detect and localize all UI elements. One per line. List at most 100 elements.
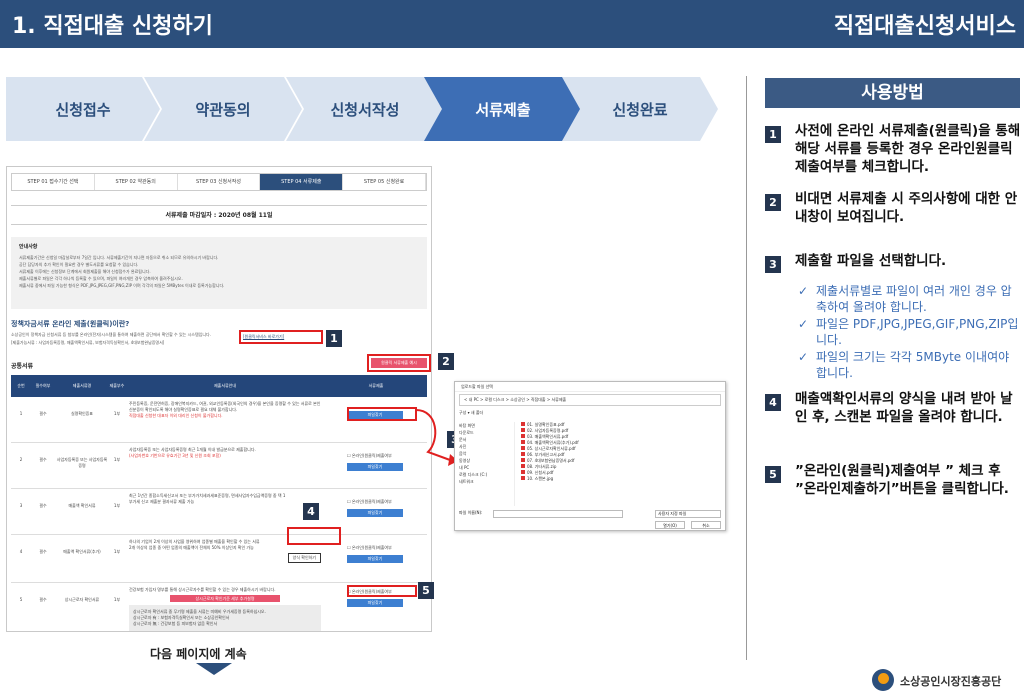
file-name: 05. 상시근로자확인서류.pdf: [527, 446, 576, 451]
page-header: 1. 직접대출 신청하기 직접대출신청서비스: [0, 0, 1024, 48]
worker-info-box: 상시근로자 확인서류 중 무기명 제출을 서류는 미예비 우가세증명 등록하십시…: [129, 605, 321, 631]
highlight-box-1: [239, 330, 323, 344]
pdf-file-icon: [521, 434, 525, 438]
step-progress: 신청접수 약관동의 신청서작성 서류제출 신청완료: [6, 77, 718, 141]
file-rule-item: ✓ 제출서류별로 파일이 여러 개인 경우 압축하여 올려야 합니다.: [798, 283, 1022, 315]
row-no: 5: [19, 597, 23, 602]
mini-tab-3[interactable]: STEP 03 신청서작성: [178, 174, 261, 190]
mini-tab-4[interactable]: STEP 04 서류제출: [260, 174, 344, 190]
usage-text: 비대면 서류제출 시 주의사항에 대한 안내창이 보여집니다.: [795, 191, 1018, 225]
check-icon: ✓: [798, 317, 809, 331]
step-form: 신청서작성: [286, 77, 444, 141]
usage-number: 1: [765, 126, 781, 143]
continue-label: 다음 페이지에 계속: [150, 647, 247, 661]
dialog-path[interactable]: < 내 PC > 로컬 디스크 > 소상공인 > 직접대출 > 서류제출: [459, 394, 721, 406]
mini-tab-2[interactable]: STEP 02 약관동의: [95, 174, 178, 190]
col-doc-name: 제출서류명: [72, 383, 92, 388]
pdf-file-icon: [521, 428, 525, 432]
filename-input[interactable]: [493, 510, 623, 518]
org-logo-icon: [872, 669, 894, 691]
file-rule-list: ✓ 제출서류별로 파일이 여러 개인 경우 압축하여 올려야 합니다. ✓ 파일은 …: [798, 283, 1022, 382]
form-check-button[interactable]: 양식 확인하기: [287, 553, 321, 563]
dialog-nav-item[interactable]: 바탕 화면: [459, 422, 514, 429]
pdf-file-icon: [521, 452, 525, 456]
row-no: 1: [19, 411, 23, 416]
file-rule-text: 파일의 크기는 각각 5MByte 이내여야 합니다.: [816, 350, 1010, 380]
docs-table-header: 순번 필수여부 제출서류명 제출부수 제출서류안내 서류제출: [11, 375, 427, 397]
row-count: 1부: [113, 549, 121, 554]
cancel-button[interactable]: 취소: [691, 521, 721, 529]
row-required: 필수: [39, 549, 47, 554]
filename-label: 파일 이름(N):: [459, 510, 483, 515]
org-logo: 소상공인시장진흥공단: [872, 669, 1020, 693]
open-button[interactable]: 열기(O): [655, 521, 685, 529]
oneclick-checkbox-label: 온라인(원클릭)제출여부: [351, 545, 392, 550]
usage-text: 매출액확인서류의 양식을 내려 받아 날인 후, 스캔본 파일을 올려야 합니다…: [795, 391, 1013, 425]
dialog-nav-item[interactable]: 문서: [459, 436, 514, 443]
callout-badge-2: 2: [438, 353, 454, 370]
dialog-nav-item[interactable]: 내 PC: [459, 464, 514, 471]
mini-tab-1[interactable]: STEP 01 접수기간 선택: [12, 174, 95, 190]
row-guide-warning: 직접대출 신청한 대표자 이외 대리인 신청이 불가합니다.: [129, 413, 223, 418]
mini-step-tabs: STEP 01 접수기간 선택 STEP 02 약관동의 STEP 03 신청서…: [11, 173, 427, 191]
col-guide: 제출서류안내: [213, 383, 237, 388]
row-guide-text: 주민등록증, 운전면허증, 장애인복지카드, 여권, 외교인등록증(외국인의 경…: [129, 401, 321, 412]
divider: [746, 76, 747, 660]
dialog-toolbar[interactable]: 구성 ▾ 새 폴더: [459, 408, 721, 418]
row-guide-text: 2개 이상의 업종 중 어떤 업종의 매출액이 전체의 50% 이상인지 확인 …: [129, 545, 254, 550]
highlight-box-5: [347, 585, 417, 597]
file-find-button[interactable]: 파일찾기: [347, 509, 403, 517]
file-find-button[interactable]: 파일찾기: [347, 463, 403, 471]
file-item[interactable]: 10. 스캔본.jpg: [521, 476, 721, 482]
oneclick-checkbox[interactable]: ☐ 온라인(원클릭)제출여부: [347, 545, 392, 551]
page-title: 1. 직접대출 신청하기: [12, 14, 213, 39]
usage-text: 사전에 온라인 서류제출(원클릭)을 통해 해당 서류를 등록한 경우 온라인원…: [795, 123, 1021, 175]
step-terms: 약관동의: [144, 77, 302, 141]
notice-title: 안내사항: [19, 244, 38, 250]
row-doc-name: 매출액 확인서류(추가): [63, 549, 101, 554]
deadline-text: 서류제출 마감일자 : 2020년 08월 11일: [11, 205, 427, 225]
notice-line: 서류제출기간은 신청일 마감날로부터 7일간 입니다. 서류제출기간이 지나면 …: [19, 255, 219, 260]
col-count: 제출부수: [109, 383, 125, 388]
filetype-select[interactable]: 사용자 지정 파일: [655, 510, 721, 518]
row-count: 1부: [113, 503, 121, 508]
row-guide: 사업자등록증 또는 사업자등록증명 최근 1개월 이내 발급분으로 제출합니다.…: [125, 443, 325, 488]
arrow-to-dialog: [415, 409, 458, 466]
pdf-file-icon: [521, 458, 525, 462]
dialog-nav-item[interactable]: 동영상: [459, 457, 514, 464]
file-name: 04. 매출액확인서류(추가).pdf: [527, 440, 579, 445]
pdf-file-icon: [521, 446, 525, 450]
callout-badge-4: 4: [303, 503, 319, 520]
image-file-icon: [521, 476, 525, 480]
step-apply: 신청접수: [6, 77, 160, 141]
dialog-file-list: 01. 실명확인증표.pdf 02. 사업자등록증명.pdf 03. 매출액확인…: [521, 422, 721, 506]
worker-criteria-button[interactable]: 상시근로자 확인기준 세부 추가설명: [170, 595, 280, 602]
dialog-nav-item[interactable]: 다운로드: [459, 429, 514, 436]
file-name: 01. 실명확인증표.pdf: [527, 422, 565, 427]
file-name: 08. 기타서류.zip: [527, 464, 557, 469]
dialog-nav-item[interactable]: 사진: [459, 443, 514, 450]
file-find-button[interactable]: 파일찾기: [347, 555, 403, 563]
dialog-nav-item[interactable]: 네트워크: [459, 478, 514, 485]
submission-screenshot: STEP 01 접수기간 선택 STEP 02 약관동의 STEP 03 신청서…: [6, 166, 432, 632]
highlight-file-button: [347, 407, 417, 421]
row-guide-warning: (사업자번호 기반으로 유효기간 3년 및 신원 조회 포함): [129, 453, 221, 458]
file-find-button[interactable]: 파일찾기: [347, 599, 403, 607]
pdf-file-icon: [521, 470, 525, 474]
oneclick-checkbox[interactable]: ☐ 온라인(원클릭)제출여부: [347, 453, 392, 459]
dialog-title: 업로드할 파일 선택: [455, 382, 725, 392]
notice-line: 제출서류별로 파일은 각각 하나씩 등록할 수 있으며, 파일이 여러개인 경우…: [19, 276, 183, 281]
mini-tab-5[interactable]: STEP 05 신청완료: [343, 174, 426, 190]
row-doc-name: 실명확인증표: [70, 411, 94, 416]
row-required: 필수: [39, 411, 47, 416]
pdf-file-icon: [521, 422, 525, 426]
dialog-nav-item[interactable]: 음악: [459, 450, 514, 457]
check-icon: ✓: [798, 284, 809, 298]
oneclick-checkbox[interactable]: ☐ 온라인(원클릭)제출여부: [347, 499, 392, 505]
file-name: 10. 스캔본.jpg: [527, 476, 554, 481]
dialog-nav-item[interactable]: 로컬 디스크 (C:): [459, 471, 514, 478]
row-doc-name: 상시근로자 확인서류: [64, 597, 100, 602]
notice-line: 서류제출 이후에는 신청정보 단계에서 회원제출을 해야 신청접수가 완료됩니다…: [19, 269, 151, 274]
org-name: 소상공인시장진흥공단: [900, 675, 1002, 688]
table-row: 3 필수 매출액 확인서류 1부 최근 1년간 종합소득세신고서 또는 부가가치…: [11, 489, 427, 535]
